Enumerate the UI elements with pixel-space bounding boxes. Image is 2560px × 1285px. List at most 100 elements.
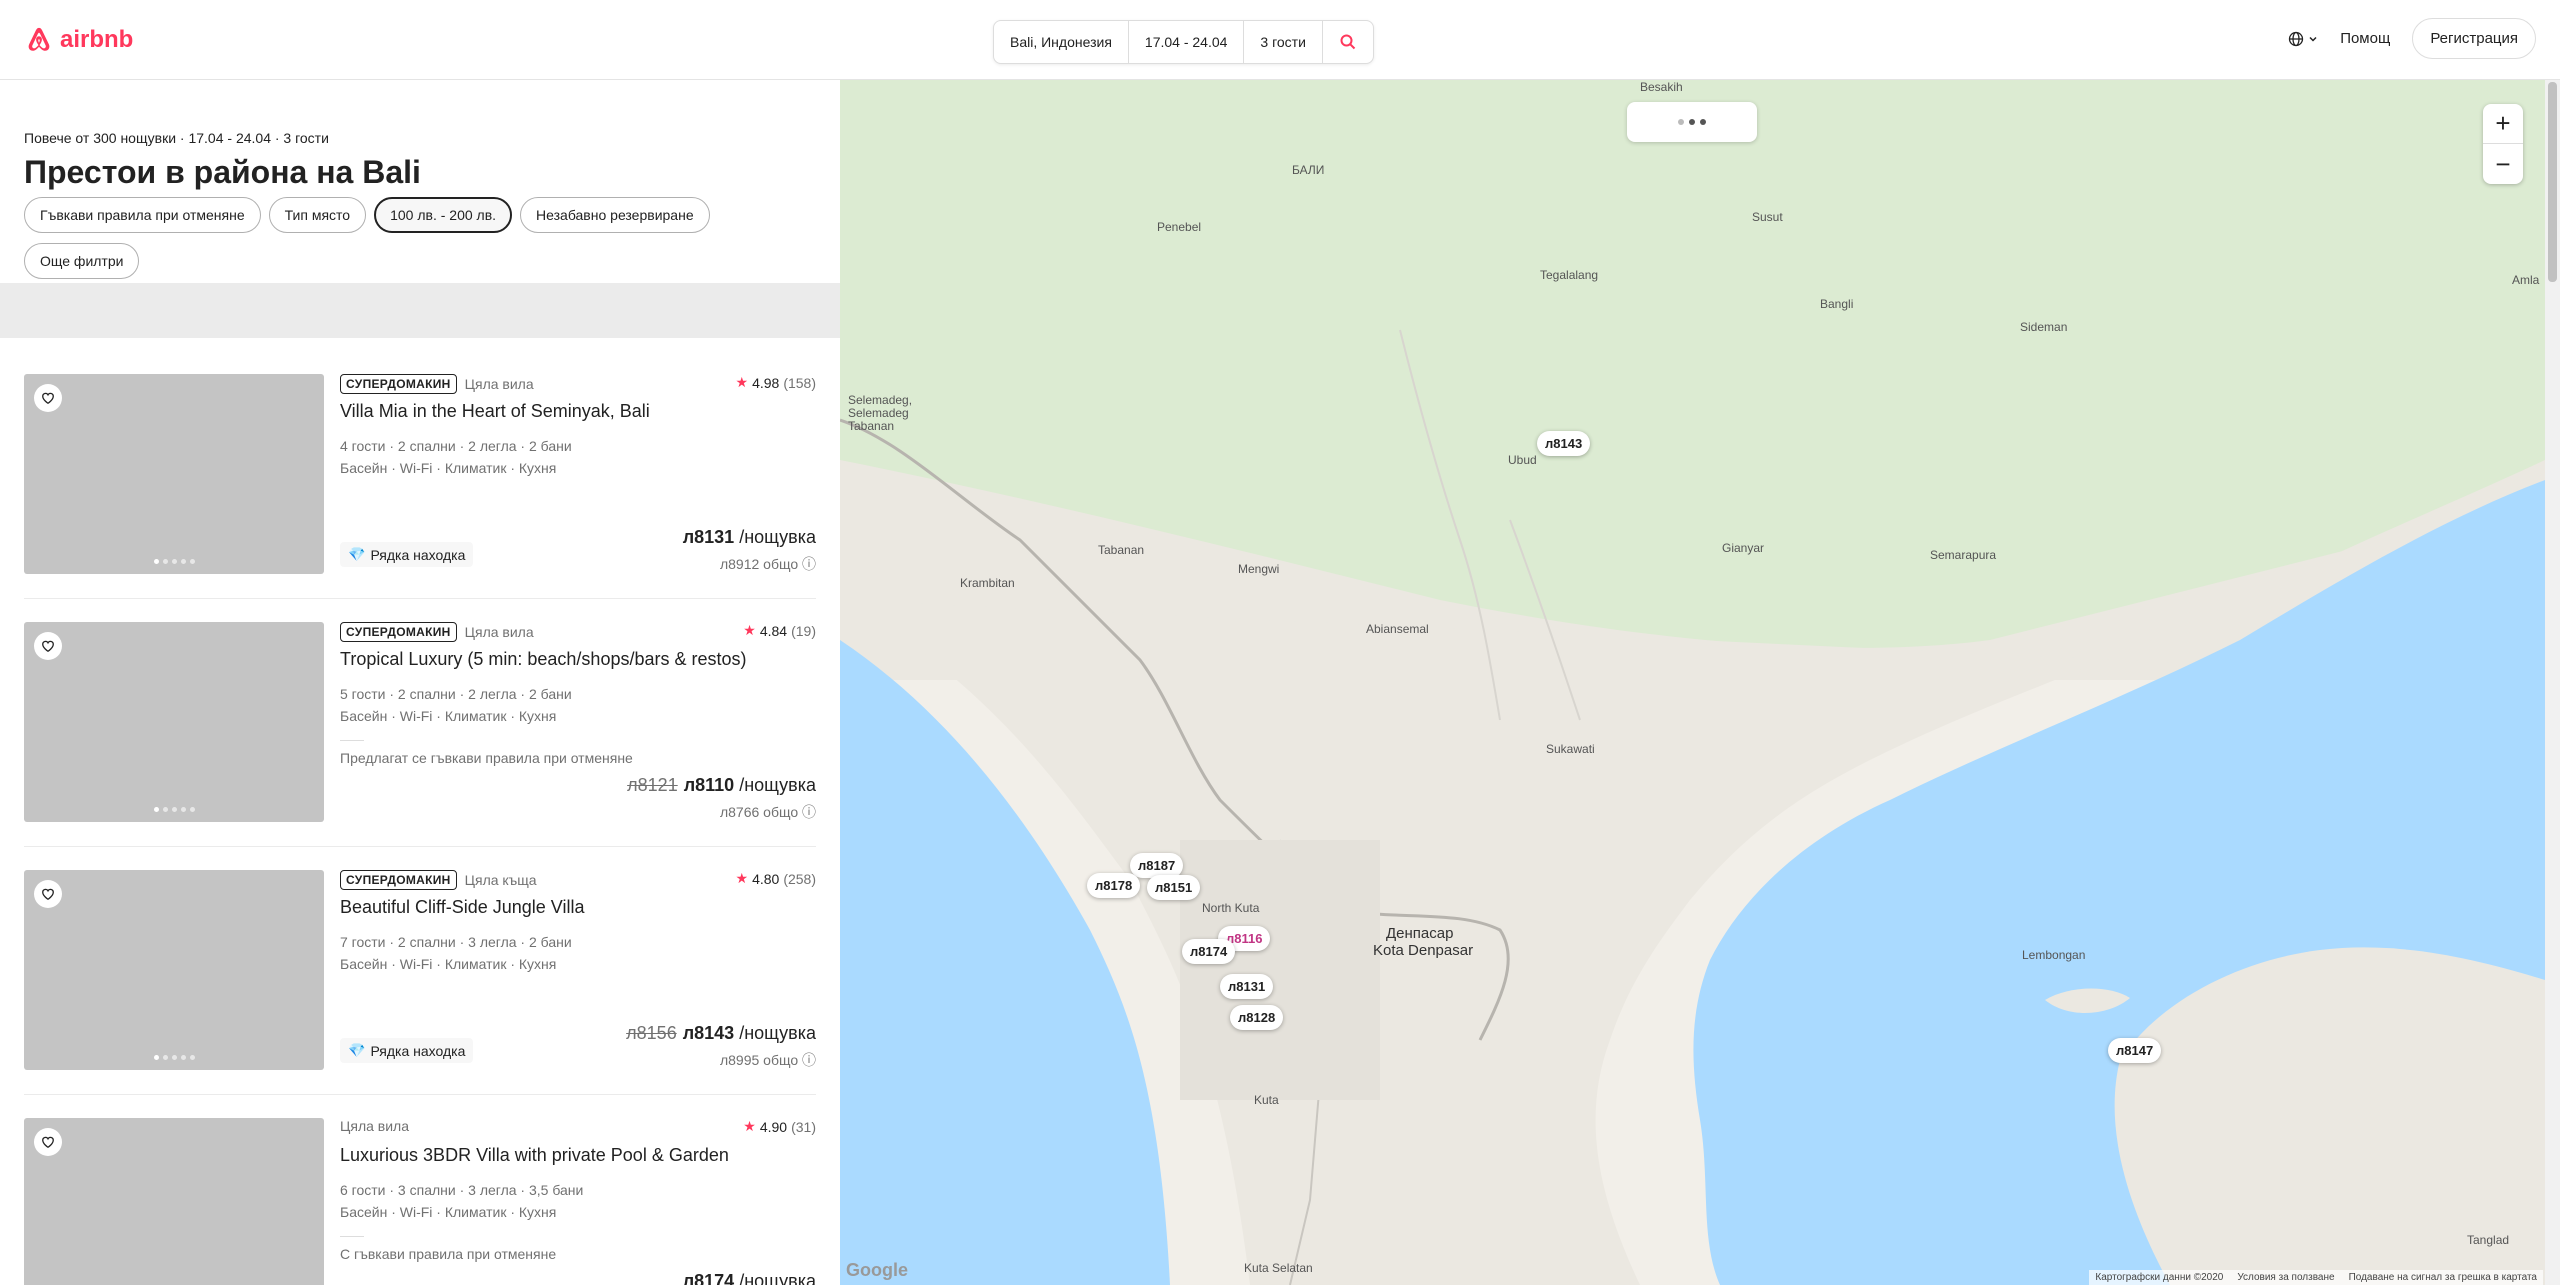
per-night: /нощувка — [734, 1023, 816, 1043]
listing-card[interactable]: СУПЕРДОМАКИН Цяла къща ★ 4.80 (258) Beautif… — [24, 870, 816, 1070]
map-label: Susut — [1752, 210, 1783, 224]
search-button[interactable] — [1323, 21, 1373, 63]
listing-title[interactable]: Villa Mia in the Heart of Seminyak, Bali — [340, 401, 650, 422]
total-value: л8912 общо — [719, 556, 799, 572]
filter-bar: Гъвкави правила при отменяне Тип място 1… — [24, 197, 824, 279]
map-label: Semarapura — [1930, 548, 1997, 562]
listing-details: 7 гости · 2 спални · 3 легла · 2 бани — [340, 934, 572, 950]
rating-value: 4.80 — [752, 870, 780, 887]
help-link[interactable]: Помощ — [2340, 30, 2390, 47]
review-count: (158) — [783, 374, 816, 391]
filter-place-type[interactable]: Тип място — [268, 197, 367, 233]
listing-photo[interactable] — [24, 374, 324, 574]
review-count: (258) — [783, 870, 816, 887]
terms-link[interactable]: Условия за ползване — [2237, 1272, 2334, 1283]
map-label: Krambitan — [960, 576, 1015, 590]
search-dates[interactable]: 17.04 - 24.04 — [1129, 21, 1245, 63]
top-header: airbnb Bali, Индонезия 17.04 - 24.04 3 г… — [0, 0, 2560, 80]
search-location[interactable]: Bali, Индонезия — [994, 21, 1129, 63]
old-price: л8121 — [627, 775, 678, 795]
price-pin[interactable]: л8178 — [1087, 873, 1141, 898]
listing-rating: ★ 4.98 (158) — [736, 374, 817, 391]
listing-title[interactable]: Beautiful Cliff-Side Jungle Villa — [340, 897, 584, 918]
map-label: Tabanan — [1098, 543, 1145, 557]
listing-rating: ★ 4.90 (31) — [743, 1118, 816, 1135]
price-pin[interactable]: л8143 — [1537, 431, 1591, 456]
report-error-link[interactable]: Подаване на сигнал за грешка в картата — [2349, 1272, 2537, 1283]
listing-total[interactable]: л8912 общо ⓘ — [720, 554, 816, 574]
divider — [24, 1094, 816, 1095]
listing-info: СУПЕРДОМАКИН Цяла вила ★ 4.84 (19) Tropical… — [340, 622, 816, 822]
heart-icon — [42, 640, 54, 653]
map-label: North Kuta — [1202, 901, 1260, 915]
save-button[interactable] — [34, 1128, 62, 1156]
listing-total[interactable]: л8766 общо ⓘ — [720, 802, 816, 822]
search-icon — [1340, 34, 1356, 50]
listing-photo[interactable] — [24, 870, 324, 1070]
map-label: Kota Denpasar — [1373, 942, 1474, 959]
info-icon: ⓘ — [802, 804, 816, 820]
listing-price: л8174 /нощувка — [683, 1271, 816, 1285]
price-pin[interactable]: л8131 — [1220, 974, 1274, 999]
listing-price: л8121 л8110 /нощувка — [627, 775, 816, 796]
info-icon: ⓘ — [802, 556, 816, 572]
search-bar[interactable]: Bali, Индонезия 17.04 - 24.04 3 гости — [993, 20, 1374, 64]
diamond-icon: 💎 — [348, 1042, 366, 1058]
listing-type: Цяла вила — [464, 624, 534, 640]
filter-instant-book[interactable]: Незабавно резервиране — [520, 197, 710, 233]
price-value: л8131 — [682, 527, 735, 547]
listing-photo[interactable] — [24, 1118, 324, 1285]
zoom-in-button[interactable]: + — [2483, 104, 2523, 144]
map-label: Penebel — [1157, 220, 1202, 234]
scrollbar-thumb[interactable] — [2548, 82, 2557, 282]
star-icon: ★ — [735, 374, 749, 390]
listing-info: СУПЕРДОМАКИН Цяла вила ★ 4.98 (158) Villa M… — [340, 374, 816, 574]
listing-total[interactable]: л8995 общо ⓘ — [720, 1050, 816, 1070]
price-pin[interactable]: л8147 — [2108, 1038, 2162, 1063]
listing-title[interactable]: Tropical Luxury (5 min: beach/shops/bars… — [340, 649, 747, 670]
listing-card[interactable]: СУПЕРДОМАКИН Цяла вила ★ 4.98 (158) Villa M… — [24, 374, 816, 574]
filter-more[interactable]: Още филтри — [24, 243, 140, 279]
listing-photo[interactable] — [24, 622, 324, 822]
language-button[interactable] — [2288, 31, 2318, 47]
map-data-credit: Картографски данни ©2020 — [2095, 1272, 2224, 1283]
zoom-out-button[interactable]: − — [2483, 144, 2523, 184]
listing-title[interactable]: Luxurious 3BDR Villa with private Pool &… — [340, 1145, 729, 1166]
price-pin[interactable]: л8151 — [1147, 875, 1201, 900]
heart-icon — [42, 888, 54, 901]
filter-flexible-cancellation[interactable]: Гъвкави правила при отменяне — [24, 197, 261, 233]
airbnb-logo-icon — [28, 27, 50, 51]
signup-button[interactable]: Регистрация — [2412, 18, 2536, 59]
chevron-down-icon — [2309, 36, 2317, 42]
map-label: Kuta Selatan — [1244, 1261, 1313, 1275]
review-count: (31) — [791, 1118, 816, 1135]
search-guests[interactable]: 3 гости — [1244, 21, 1323, 63]
filter-price[interactable]: 100 лв. - 200 лв. — [374, 197, 513, 233]
cancellation-note: Предлагат се гъвкави правила при отменян… — [340, 750, 633, 766]
rating-value: 4.90 — [759, 1118, 788, 1135]
airbnb-logo[interactable]: airbnb — [24, 24, 133, 56]
map-label: Abiansemal — [1366, 622, 1429, 636]
save-button[interactable] — [34, 880, 62, 908]
listing-details: 5 гости · 2 спални · 2 легла · 2 бани — [340, 686, 572, 702]
separator — [340, 1236, 364, 1237]
loading-indicator — [1627, 102, 1757, 142]
listing-info: Цяла вила ★ 4.90 (31) Luxurious 3BDR Villa… — [340, 1118, 816, 1285]
price-value: л8174 — [682, 1271, 735, 1285]
rare-find-label: Рядка находка — [370, 1042, 466, 1059]
price-pin[interactable]: л8128 — [1230, 1005, 1284, 1030]
listing-card[interactable]: СУПЕРДОМАКИН Цяла вила ★ 4.84 (19) Tropical… — [24, 622, 816, 822]
save-button[interactable] — [34, 384, 62, 412]
price-pin[interactable]: л8174 — [1182, 939, 1236, 964]
map-label: БАЛИ — [1292, 163, 1325, 177]
listing-info: СУПЕРДОМАКИН Цяла къща ★ 4.80 (258) Beautif… — [340, 870, 816, 1070]
page-title: Престои в района на Bali — [24, 154, 421, 190]
star-icon: ★ — [743, 1118, 756, 1134]
map-label: Selemadeg, Selemadeg Tabanan — [848, 393, 913, 433]
results-panel: Повече от 300 нощувки · 17.04 - 24.04 · … — [0, 80, 840, 1285]
page-scrollbar[interactable] — [2545, 80, 2560, 1285]
listing-card[interactable]: Цяла вила ★ 4.90 (31) Luxurious 3BDR Villa… — [24, 1118, 816, 1285]
divider — [24, 846, 816, 847]
save-button[interactable] — [34, 632, 62, 660]
map[interactable]: Besakih БАЛИ Penebel Susut Tegalalang Ba… — [840, 80, 2545, 1285]
